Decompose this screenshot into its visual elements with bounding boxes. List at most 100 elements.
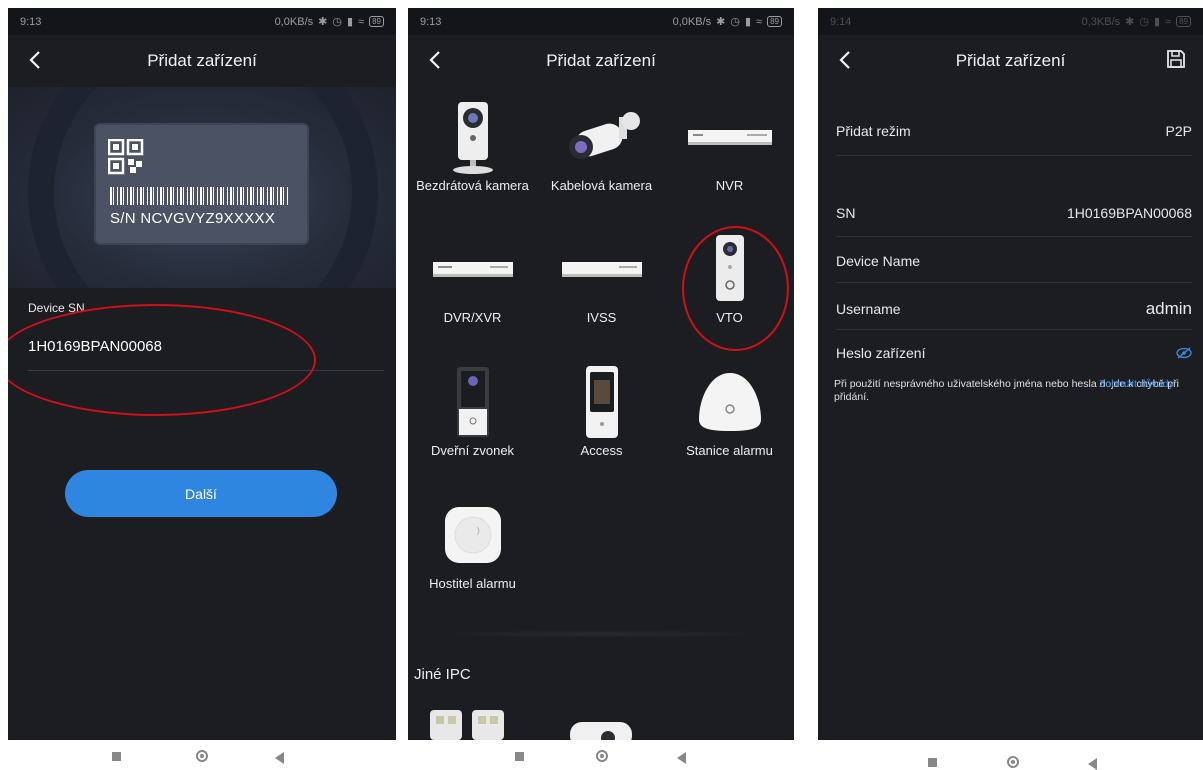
wifi-icon: ≈ (358, 15, 365, 28)
device-name-input[interactable] (1008, 252, 1192, 270)
bluetooth-icon: ✱ (716, 16, 726, 28)
show-reasons-link[interactable]: Zobrazit důvody (1099, 378, 1174, 391)
status-bar: 9:13 0,0KB/s ✱ ◷ ▮ ≈ 89 (408, 8, 794, 35)
section-header-other-ipc: Jiné IPC (414, 666, 471, 683)
username-value[interactable]: admin (1146, 299, 1192, 319)
sn-value: 1H0169BPAN00068 (1066, 205, 1192, 221)
app-bar: Přidat zařízení (8, 35, 396, 87)
signal-icon: ▮ (346, 16, 354, 28)
nav-recent-button[interactable] (515, 752, 524, 761)
device-tile-outdoor-camera[interactable] (568, 716, 638, 740)
add-mode-value: P2P (1165, 123, 1192, 139)
app-bar: Přidat zařízení (818, 35, 1203, 87)
qr-code-icon (108, 139, 144, 175)
device-label-card: S/N NCVGVYZ9XXXXX (96, 125, 307, 243)
device-tile-bullet-camera[interactable]: Kabelová kamera (537, 98, 666, 193)
device-tile-nvr[interactable]: NVR (665, 98, 794, 193)
section-divider (438, 630, 764, 638)
triangle-left-icon (1088, 758, 1097, 770)
page-title: Přidat zařízení (147, 51, 257, 70)
highlight-annotation (8, 304, 316, 416)
next-button[interactable]: Další (65, 470, 337, 517)
device-name-label: Device Name (836, 253, 921, 269)
device-tile-label: Kabelová kamera (550, 178, 653, 193)
device-tile-label: Dveřní zvonek (430, 443, 515, 458)
bluetooth-icon: ✱ (318, 16, 328, 28)
device-tile-doorbell[interactable]: Dveřní zvonek (408, 363, 537, 458)
alarm-host-icon (444, 507, 501, 563)
alarm-icon: ◷ (730, 16, 740, 28)
nav-back-button[interactable] (275, 752, 284, 764)
device-tile-label: Bezdrátová kamera (416, 178, 529, 193)
square-icon (112, 752, 121, 761)
circle-icon (596, 750, 608, 762)
nav-recent-button[interactable] (928, 758, 937, 767)
bluetooth-icon: ✱ (1125, 16, 1135, 28)
chevron-left-icon (839, 51, 850, 69)
wifi-icon: ≈ (1165, 15, 1172, 28)
square-icon (928, 758, 937, 767)
signal-icon: ▮ (744, 16, 752, 28)
barcode (110, 187, 290, 205)
chevron-left-icon (29, 51, 40, 69)
circle-icon (196, 750, 208, 762)
add-mode-label: Přidat režim (836, 123, 911, 139)
nav-recent-button[interactable] (112, 752, 121, 761)
back-button[interactable] (422, 47, 448, 73)
nav-back-button[interactable] (677, 752, 686, 764)
square-icon (515, 752, 524, 761)
device-tile-label: Access (580, 443, 623, 458)
device-label-illustration: S/N NCVGVYZ9XXXXX (8, 87, 396, 288)
device-tile-wireless-camera[interactable]: Bezdrátová kamera (408, 98, 537, 193)
alarm-icon: ◷ (1139, 16, 1149, 28)
status-time: 9:14 (830, 15, 852, 28)
chevron-left-icon (429, 51, 440, 69)
signal-icon: ▮ (1153, 16, 1161, 28)
nav-back-button[interactable] (1088, 758, 1097, 770)
network-speed: 0,0KB/s (274, 15, 314, 28)
password-row[interactable]: Heslo zařízení (836, 345, 1192, 361)
alarm-icon: ◷ (332, 16, 342, 28)
sn-label: SN (836, 205, 856, 221)
screen-device-details: 9:14 0,3KB/s ✱ ◷ ▮ ≈ 89 Přidat zařízení … (818, 8, 1203, 740)
wifi-icon: ≈ (756, 15, 763, 28)
device-tile-access[interactable]: Access (537, 363, 666, 458)
eye-off-icon[interactable] (1176, 347, 1192, 359)
nav-home-button[interactable] (1007, 756, 1019, 768)
save-button[interactable] (1165, 48, 1189, 72)
access-icon (585, 366, 618, 438)
device-tile-label: DVR/XVR (443, 310, 502, 325)
nvr-icon (687, 130, 772, 145)
outdoor-camera-icon (570, 722, 632, 740)
device-tile-label: NVR (715, 178, 744, 193)
device-tile-ivss[interactable]: IVSS (537, 230, 666, 325)
device-tile-alarm-station[interactable]: Stanice alarmu (665, 363, 794, 458)
username-row[interactable]: Username admin (836, 299, 1192, 319)
back-button[interactable] (832, 47, 858, 73)
status-bar: 9:14 0,3KB/s ✱ ◷ ▮ ≈ 89 (818, 8, 1203, 35)
device-tile-label: Stanice alarmu (686, 443, 773, 458)
device-tile-floodlight[interactable] (428, 704, 508, 740)
app-bar: Přidat zařízení (408, 35, 794, 87)
nav-home-button[interactable] (196, 750, 208, 762)
battery-icon: 89 (767, 16, 782, 27)
credentials-warning: Při použití nesprávného uživatelského jm… (834, 378, 1203, 404)
add-mode-row[interactable]: Přidat režim P2P (836, 123, 1192, 139)
device-tile-label: Hostitel alarmu (429, 576, 516, 591)
page-title: Přidat zařízení (546, 51, 656, 70)
floodlight-camera-icon (430, 710, 504, 740)
page-title: Přidat zařízení (955, 51, 1066, 70)
device-tile-dvr[interactable]: DVR/XVR (408, 230, 537, 325)
device-name-row[interactable]: Device Name (836, 252, 1192, 270)
username-label: Username (836, 301, 901, 317)
highlight-annotation (682, 226, 789, 351)
nav-home-button[interactable] (596, 750, 608, 762)
status-time: 9:13 (420, 15, 442, 28)
label-serial-number: S/N NCVGVYZ9XXXXX (110, 210, 276, 227)
back-button[interactable] (22, 47, 48, 73)
dvr-icon (432, 262, 513, 277)
device-tile-alarm-host[interactable]: Hostitel alarmu (408, 496, 537, 591)
battery-icon: 89 (1176, 16, 1191, 27)
network-speed: 0,3KB/s (1081, 15, 1121, 28)
password-label: Heslo zařízení (836, 345, 926, 361)
